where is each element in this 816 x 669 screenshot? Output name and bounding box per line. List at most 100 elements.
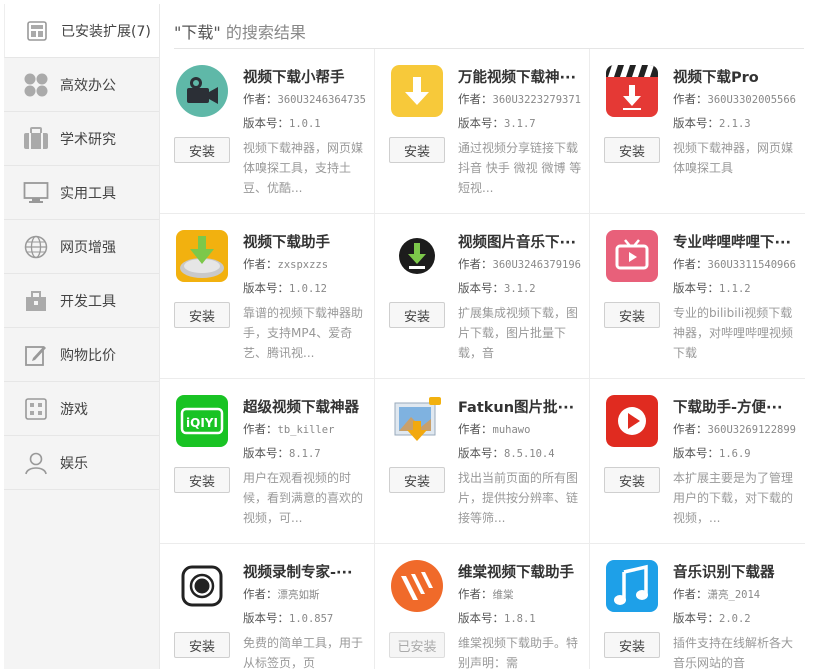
extension-name[interactable]: 视频下载Pro xyxy=(673,66,803,87)
install-button[interactable]: 安装 xyxy=(174,302,230,328)
extension-description: 扩展集成视频下载，图片下载，图片批量下载，音 xyxy=(458,306,579,360)
extension-card[interactable]: 视频下载助手 作者：zxspxzzs 版本号：1.0.12 靠谱的视频下载神器助… xyxy=(160,214,375,379)
extension-author: 作者：360U3311540966 xyxy=(673,257,797,271)
camera-icon xyxy=(176,65,228,117)
sidebar-item-label: 娱乐 xyxy=(60,455,88,472)
extension-description: 视频下载神器，网页媒体嗅探工具 xyxy=(673,141,794,175)
extension-version: 版本号：3.1.7 xyxy=(458,116,536,130)
extension-card[interactable]: 维棠视频下载助手 作者：维棠 版本号：1.8.1 维棠视频下载助手。特别声明：需… xyxy=(375,544,590,669)
sidebar-item-shopping[interactable]: 购物比价 xyxy=(4,328,159,382)
extension-name[interactable]: 维棠视频下载助手 xyxy=(458,561,588,582)
extension-card[interactable]: 视频图片音乐下··· 作者：360U3246379196 版本号：3.1.2 扩… xyxy=(375,214,590,379)
extension-version: 版本号：1.0.1 xyxy=(243,116,321,130)
extension-card[interactable]: Fatkun图片批··· 作者：muhawo 版本号：8.5.10.4 找出当前… xyxy=(375,379,590,544)
extension-description: 用户在观看视频的时候，看到满意的喜欢的视频，可... xyxy=(243,471,364,525)
extension-description: 免费的简单工具，用于从标签页，页 xyxy=(243,636,364,669)
extension-card[interactable]: 视频下载Pro 作者：360U3302005566 版本号：2.1.3 视频下载… xyxy=(590,49,805,214)
extension-version: 版本号：1.8.1 xyxy=(458,611,536,625)
install-button[interactable]: 安装 xyxy=(604,137,660,163)
extension-name[interactable]: 视频下载助手 xyxy=(243,231,373,252)
sidebar-item-label: 已安装扩展(7) xyxy=(61,23,151,40)
sidebar-item-label: 学术研究 xyxy=(60,131,116,148)
sidebar-item-web-enhance[interactable]: 网页增强 xyxy=(4,220,159,274)
extension-card[interactable]: 音乐识别下载器 作者：潇亮_2014 版本号：2.0.2 插件支持在线解析各大音… xyxy=(590,544,805,669)
extension-name[interactable]: 超级视频下载神器 xyxy=(243,396,373,417)
extension-name[interactable]: 视频下载小帮手 xyxy=(243,66,373,87)
sidebar-item-utilities[interactable]: 实用工具 xyxy=(4,166,159,220)
extension-version: 版本号：3.1.2 xyxy=(458,281,536,295)
extension-author: 作者：360U3246364735 xyxy=(243,92,367,106)
install-button[interactable]: 安装 xyxy=(604,302,660,328)
extension-author: 作者：漂亮如斯 xyxy=(243,587,320,601)
extension-description: 专业的bilibili视频下载神器，对哔哩哔哩视频下载 xyxy=(673,306,794,360)
extension-card[interactable]: 视频录制专家-··· 作者：漂亮如斯 版本号：1.0.857 免费的简单工具，用… xyxy=(160,544,375,669)
extension-description: 找出当前页面的所有图片，提供按分辨率、链接等筛... xyxy=(458,471,579,525)
install-button[interactable]: 安装 xyxy=(174,137,230,163)
sidebar-item-installed[interactable]: 已安装扩展(7) xyxy=(4,4,159,58)
weitang-icon xyxy=(391,560,443,612)
install-button[interactable]: 安装 xyxy=(389,467,445,493)
sidebar-item-entertainment[interactable]: 娱乐 xyxy=(4,436,159,490)
office-icon xyxy=(22,71,50,99)
extension-name[interactable]: 视频图片音乐下··· xyxy=(458,231,588,252)
extension-card[interactable]: 视频下载小帮手 作者：360U3246364735 版本号：1.0.1 视频下载… xyxy=(160,49,375,214)
extension-name[interactable]: 万能视频下载神··· xyxy=(458,66,588,87)
extension-name[interactable]: 专业哔哩哔哩下··· xyxy=(673,231,803,252)
picture-download-icon xyxy=(391,395,443,447)
extension-version: 版本号：8.5.10.4 xyxy=(458,446,555,460)
install-button[interactable]: 安装 xyxy=(604,632,660,658)
install-button[interactable]: 安装 xyxy=(174,632,230,658)
extension-card[interactable]: 万能视频下载神··· 作者：360U3223279371 版本号：3.1.7 通… xyxy=(375,49,590,214)
sidebar-item-games[interactable]: 游戏 xyxy=(4,382,159,436)
extension-name[interactable]: 音乐识别下载器 xyxy=(673,561,803,582)
extension-author: 作者：tb_killer xyxy=(243,422,335,436)
svg-text:iQIYI: iQIYI xyxy=(186,416,218,430)
extension-version: 版本号：2.1.3 xyxy=(673,116,751,130)
installed-button[interactable]: 已安装 xyxy=(389,632,445,658)
extension-name[interactable]: 视频录制专家-··· xyxy=(243,561,373,582)
category-sidebar: 已安装扩展(7) 高效办公 学术研究 实用工具 网页增强 开发工具 购物比价 游… xyxy=(4,4,160,669)
sidebar-item-label: 开发工具 xyxy=(60,293,116,310)
globe-icon xyxy=(22,233,50,261)
extension-description: 维棠视频下载助手。特别声明：需 xyxy=(458,636,579,669)
funnel-download-icon xyxy=(176,230,228,282)
install-button[interactable]: 安装 xyxy=(389,137,445,163)
extension-name[interactable]: 下载助手-方便··· xyxy=(673,396,803,417)
extension-card[interactable]: 下载助手-方便··· 作者：360U3269122899 版本号：1.6.9 本… xyxy=(590,379,805,544)
sidebar-item-devtools[interactable]: 开发工具 xyxy=(4,274,159,328)
monitor-icon xyxy=(22,179,50,207)
extension-description: 视频下载神器，网页媒体嗅探工具，支持土豆、优酷... xyxy=(243,141,364,195)
extension-author: 作者：维棠 xyxy=(458,587,514,601)
game-grid-icon xyxy=(22,395,50,423)
toolbox-icon xyxy=(22,287,50,315)
clapperboard-download-icon xyxy=(606,65,658,117)
extension-author: 作者：潇亮_2014 xyxy=(673,587,761,601)
search-results-title: "下载" 的搜索结果 xyxy=(174,19,306,43)
extension-version: 版本号：1.6.9 xyxy=(673,446,751,460)
yellow-download-icon xyxy=(391,65,443,117)
extension-author: 作者：360U3223279371 xyxy=(458,92,582,106)
red-play-icon xyxy=(606,395,658,447)
extension-version: 版本号：1.0.12 xyxy=(243,281,327,295)
person-icon xyxy=(22,449,50,477)
extension-author: 作者：muhawo xyxy=(458,422,531,436)
extension-description: 通过视频分享链接下载抖音 快手 微视 微博 等短视... xyxy=(458,141,582,195)
install-button[interactable]: 安装 xyxy=(389,302,445,328)
search-results-panel: "下载" 的搜索结果 视频下载小帮手 作者：360U3246364735 版本号… xyxy=(160,0,816,669)
extension-version: 版本号：8.1.7 xyxy=(243,446,321,460)
extension-version: 版本号：1.0.857 xyxy=(243,611,334,625)
install-button[interactable]: 安装 xyxy=(174,467,230,493)
sidebar-item-label: 购物比价 xyxy=(60,347,116,364)
extension-card[interactable]: iQIYI 超级视频下载神器 作者：tb_killer 版本号：8.1.7 用户… xyxy=(160,379,375,544)
record-icon xyxy=(176,560,228,612)
install-button[interactable]: 安装 xyxy=(604,467,660,493)
sidebar-item-office[interactable]: 高效办公 xyxy=(4,58,159,112)
tv-play-icon xyxy=(606,230,658,282)
extension-name[interactable]: Fatkun图片批··· xyxy=(458,396,588,417)
extension-author: 作者：360U3246379196 xyxy=(458,257,582,271)
iqiyi-icon: iQIYI xyxy=(176,395,228,447)
sidebar-item-research[interactable]: 学术研究 xyxy=(4,112,159,166)
extension-version: 版本号：1.1.2 xyxy=(673,281,751,295)
sidebar-item-label: 网页增强 xyxy=(60,239,116,256)
extension-card[interactable]: 专业哔哩哔哩下··· 作者：360U3311540966 版本号：1.1.2 专… xyxy=(590,214,805,379)
